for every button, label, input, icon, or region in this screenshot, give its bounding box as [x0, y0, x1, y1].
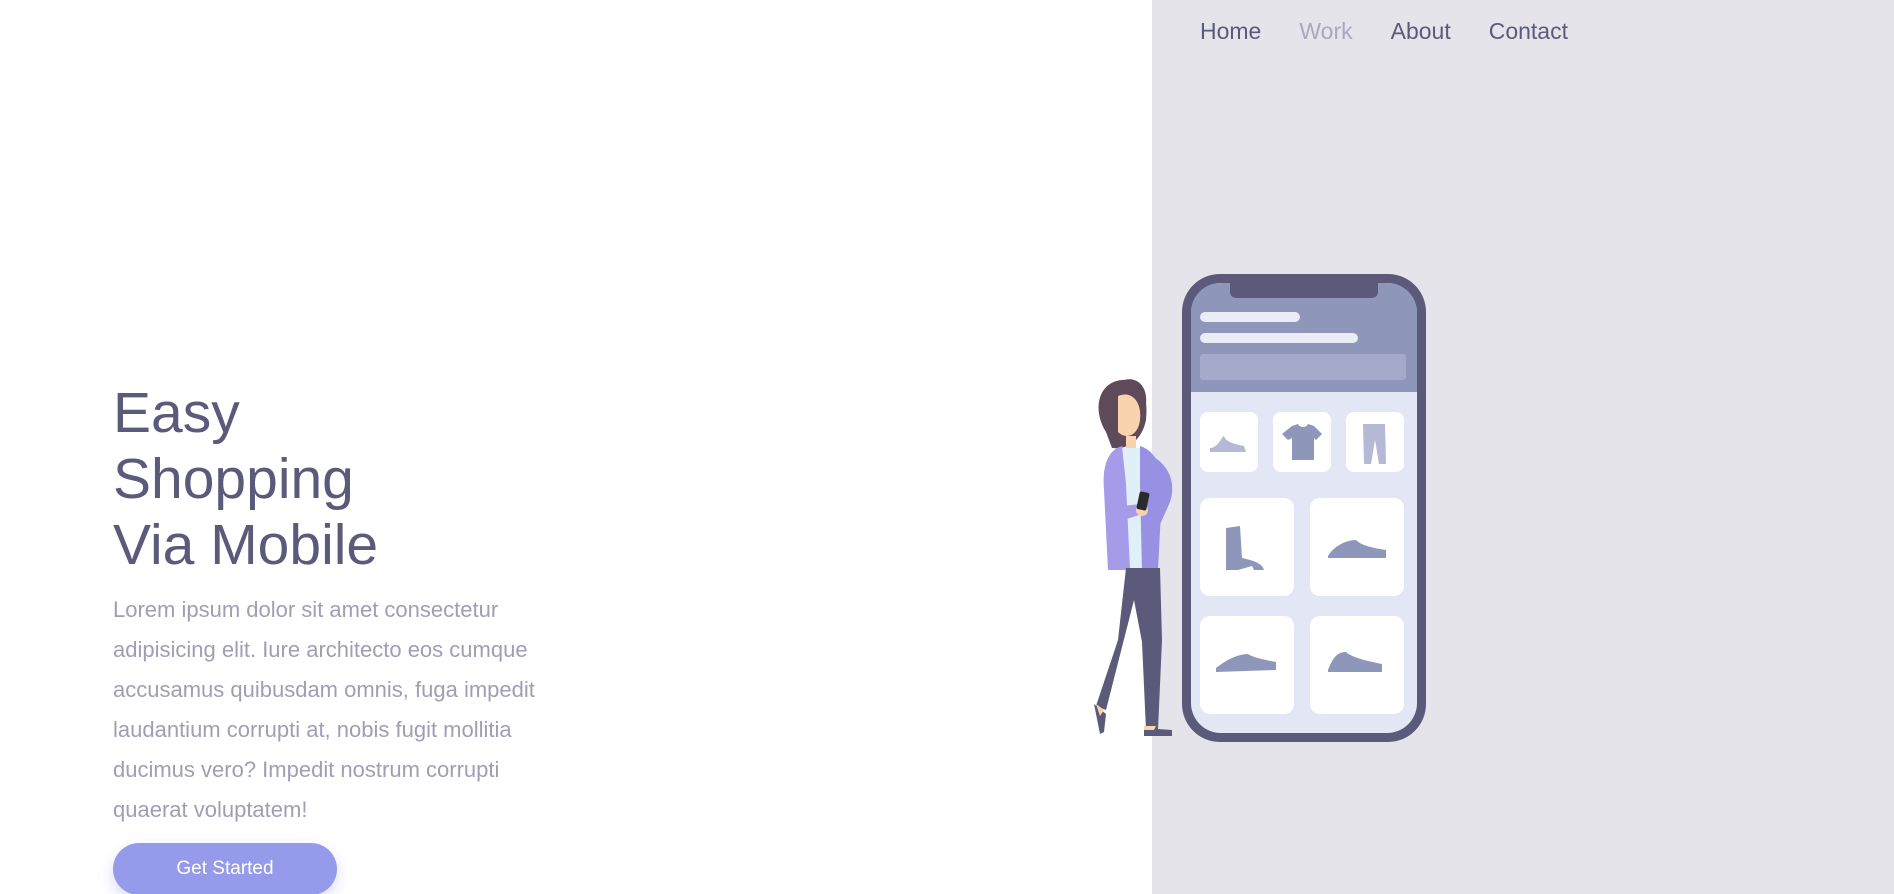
hero-title-line-1: Easy — [113, 381, 240, 445]
shopping-illustration — [1094, 274, 1426, 742]
top-nav: Home Work About Contact — [1200, 16, 1568, 46]
page: Home Work About Contact Easy Shopping Vi… — [0, 0, 1894, 894]
hero-section: Easy Shopping Via Mobile Lorem ipsum dol… — [113, 380, 583, 830]
category-tile-shoe — [1200, 412, 1258, 472]
nav-about[interactable]: About — [1391, 16, 1451, 46]
get-started-button[interactable]: Get Started — [113, 843, 337, 894]
phone-mockup — [1182, 274, 1426, 742]
nav-work[interactable]: Work — [1299, 16, 1352, 46]
hero-title-line-2: Shopping — [113, 447, 354, 511]
hero-title-line-3: Via Mobile — [113, 513, 379, 577]
woman-figure — [1094, 379, 1173, 736]
hero-description: Lorem ipsum dolor sit amet consectetur a… — [113, 597, 535, 822]
hero-title: Easy Shopping Via Mobile — [113, 380, 583, 578]
category-tile-tshirt — [1273, 412, 1331, 472]
product-tile-loafer — [1200, 616, 1294, 714]
product-tile-sneaker — [1310, 498, 1404, 596]
nav-home[interactable]: Home — [1200, 16, 1261, 46]
nav-contact[interactable]: Contact — [1489, 16, 1568, 46]
product-tile-sneaker-2 — [1310, 616, 1404, 714]
category-tile-pants — [1346, 412, 1404, 472]
product-tile-boot — [1200, 498, 1294, 596]
